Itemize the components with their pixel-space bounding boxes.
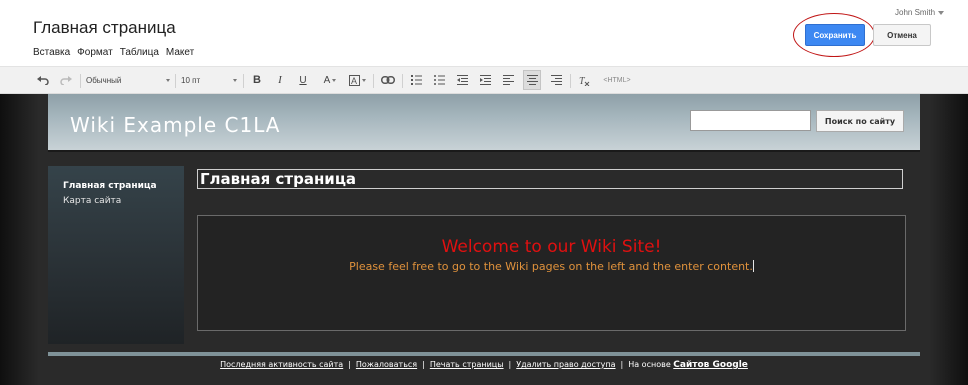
indent-icon[interactable] [477, 70, 493, 90]
outdent-icon[interactable] [454, 70, 470, 90]
font-size-value: 10 пт [181, 75, 201, 85]
svg-text:A: A [351, 76, 357, 86]
paragraph-style-value: Обычный [86, 75, 122, 85]
site-sidebar [48, 166, 184, 344]
page-title: Главная страница [33, 18, 176, 37]
sidebar-item-sitemap[interactable]: Карта сайта [63, 196, 121, 206]
align-left-icon[interactable] [500, 70, 516, 90]
welcome-text-line: Please feel free to go to the Wiki pages… [197, 260, 906, 273]
highlight-color-icon[interactable]: A [347, 70, 367, 90]
site-search-button[interactable]: Поиск по сайту [816, 110, 904, 132]
user-name: John Smith [895, 8, 936, 17]
clear-formatting-icon[interactable]: T [576, 70, 592, 90]
footer-link-google-sites[interactable]: Сайтов Google [673, 360, 748, 370]
footer-link-report-abuse[interactable]: Пожаловаться [356, 360, 417, 369]
welcome-heading: Welcome to our Wiki Site! [441, 237, 662, 257]
toolbar-divider [373, 74, 374, 88]
paragraph-style-dropdown[interactable]: Обычный [86, 70, 170, 90]
user-menu[interactable]: John Smith [895, 8, 945, 17]
footer-powered-prefix: На основе [628, 360, 671, 369]
font-size-dropdown[interactable]: 10 пт [181, 70, 237, 90]
underline-icon[interactable]: U [295, 70, 311, 90]
footer-separator: | [422, 360, 425, 369]
bold-icon[interactable]: B [249, 70, 265, 90]
toolbar-divider [402, 74, 403, 88]
sidebar-item-home[interactable]: Главная страница [63, 181, 157, 191]
chevron-down-icon [938, 10, 945, 15]
toolbar-divider [175, 74, 176, 88]
toolbar-divider [243, 74, 244, 88]
align-center-icon[interactable] [523, 70, 541, 90]
cancel-button[interactable]: Отмена [873, 24, 931, 46]
align-right-icon[interactable] [548, 70, 564, 90]
content-title-field[interactable]: Главная страница [197, 169, 903, 189]
menu-table[interactable]: Таблица [120, 47, 159, 58]
footer-link-remove-access[interactable]: Удалить право доступа [516, 360, 615, 369]
svg-text:T: T [579, 76, 586, 86]
link-icon[interactable] [378, 70, 398, 90]
site-footer: Последняя активность сайта | Пожаловаться |… [48, 360, 920, 370]
save-button[interactable]: Сохранить [805, 24, 865, 46]
footer-link-recent-activity[interactable]: Последняя активность сайта [220, 360, 343, 369]
footer-separator: | [620, 360, 624, 369]
toolbar-divider [570, 74, 571, 88]
welcome-text: Please feel free to go to the Wiki pages… [349, 260, 753, 273]
chevron-down-icon [166, 78, 170, 82]
chevron-down-icon [233, 78, 237, 82]
html-mode-button[interactable]: <HTML> [600, 70, 634, 90]
menu-insert[interactable]: Вставка [33, 47, 70, 58]
site-name: Wiki Example C1LA [70, 113, 281, 137]
text-cursor [752, 260, 754, 272]
undo-icon[interactable] [34, 70, 52, 90]
menu-bar: Вставка Формат Таблица Макет [33, 47, 194, 58]
site-search-input[interactable] [690, 110, 811, 131]
footer-separator: | [348, 360, 351, 369]
italic-icon[interactable]: I [272, 70, 288, 90]
editor-toolbar: Обычный 10 пт B I U A A T <HTML> [0, 66, 968, 94]
redo-icon[interactable] [57, 70, 75, 90]
footer-divider [48, 352, 920, 356]
footer-separator: | [508, 360, 512, 369]
content-title: Главная страница [200, 170, 357, 188]
footer-link-print-page[interactable]: Печать страницы [430, 360, 504, 369]
text-color-icon[interactable]: A [320, 70, 340, 90]
content-editor[interactable] [197, 215, 906, 331]
toolbar-divider [80, 74, 81, 88]
numbered-list-icon[interactable] [408, 70, 424, 90]
menu-layout[interactable]: Макет [166, 47, 194, 58]
menu-format[interactable]: Формат [77, 47, 113, 58]
bulleted-list-icon[interactable] [431, 70, 447, 90]
